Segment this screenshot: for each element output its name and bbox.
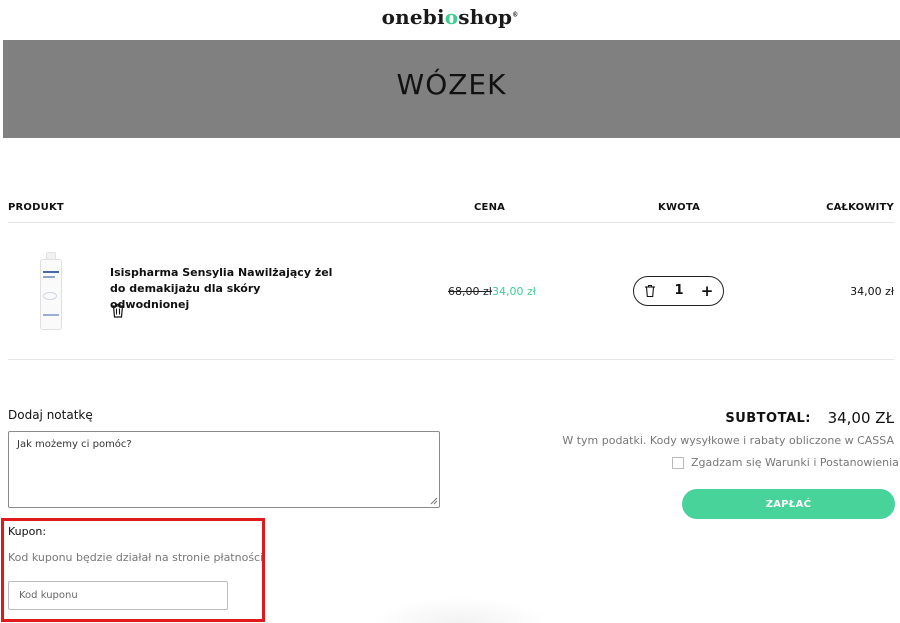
column-header-quantity: KWOTA bbox=[658, 202, 701, 213]
terms-agreement[interactable]: Zgadzam się Warunki i Postanowienia. bbox=[672, 456, 900, 472]
quantity-value[interactable]: 1 bbox=[672, 283, 686, 298]
subtotal-value: 34,00 ZŁ bbox=[827, 409, 894, 427]
line-total: 34,00 zł bbox=[850, 285, 894, 298]
order-note-textarea[interactable] bbox=[8, 431, 440, 508]
page-title: WÓZEK bbox=[396, 68, 507, 101]
terms-checkbox[interactable] bbox=[672, 457, 684, 469]
original-price: 68,00 zł bbox=[448, 285, 492, 298]
product-name-link[interactable]: Isispharma Sensylia Nawilżający żel do d… bbox=[110, 265, 340, 313]
coupon-code-input[interactable] bbox=[8, 581, 228, 610]
logo-text-1: onebi bbox=[381, 5, 445, 29]
subtotal-label: SUBTOTAL: bbox=[725, 411, 811, 426]
page-banner: WÓZEK bbox=[3, 40, 900, 138]
decorative-shadow bbox=[370, 597, 550, 623]
tax-note: W tym podatki. Kody wysyłkowe i rabaty o… bbox=[562, 434, 894, 447]
site-logo[interactable]: onebioshop® bbox=[0, 5, 900, 29]
logo-text-2: shop bbox=[458, 5, 513, 29]
coupon-label: Kupon: bbox=[8, 525, 47, 538]
column-header-total: CAŁKOWITY bbox=[826, 202, 894, 213]
increment-plus-icon[interactable]: + bbox=[700, 281, 714, 301]
decrement-trash-icon[interactable] bbox=[644, 284, 656, 298]
remove-item-trash-icon[interactable] bbox=[111, 303, 125, 318]
quantity-stepper: 1 + bbox=[633, 276, 724, 306]
column-header-price: CENA bbox=[474, 202, 506, 213]
coupon-info-text: Kod kuponu będzie działał na stronie pła… bbox=[8, 551, 264, 564]
column-header-product: PRODUKT bbox=[8, 202, 64, 213]
pay-button[interactable]: ZAPŁAĆ bbox=[682, 489, 895, 519]
terms-label[interactable]: Zgadzam się Warunki i Postanowienia. bbox=[691, 456, 900, 469]
header-divider bbox=[8, 222, 894, 223]
logo-text-accent: o bbox=[444, 5, 459, 29]
items-divider bbox=[8, 359, 894, 360]
resize-grip-icon[interactable] bbox=[430, 497, 438, 505]
registered-mark: ® bbox=[512, 11, 519, 19]
product-image[interactable] bbox=[38, 252, 64, 330]
note-label: Dodaj notatkę bbox=[8, 408, 93, 422]
sale-price: 34,00 zł bbox=[492, 285, 536, 298]
